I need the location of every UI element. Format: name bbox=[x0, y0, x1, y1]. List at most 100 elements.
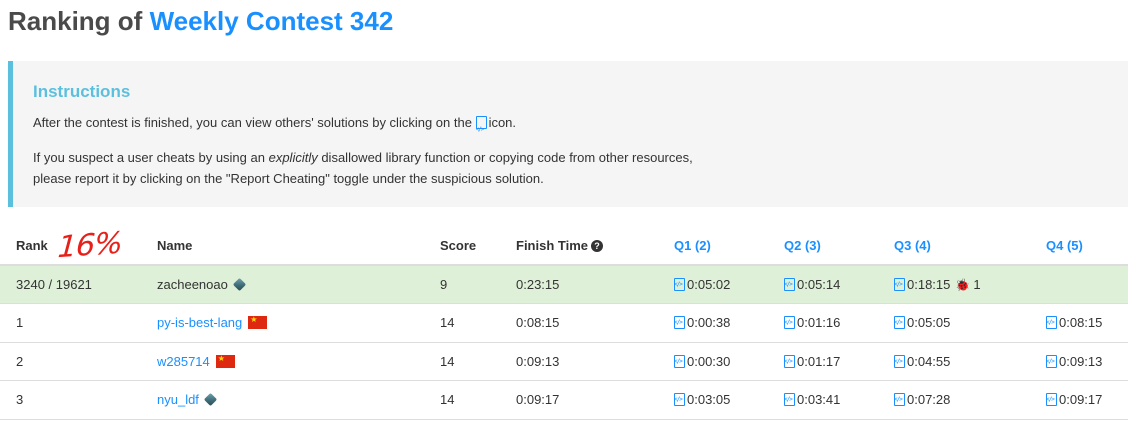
code-icon[interactable] bbox=[674, 393, 685, 407]
q3-time: 0:05:05 bbox=[907, 315, 951, 331]
rank-cell: 3240 / 19621 bbox=[0, 265, 141, 304]
instructions-heading: Instructions bbox=[33, 82, 131, 101]
instructions-line1-end: icon. bbox=[488, 115, 517, 130]
cube-icon bbox=[203, 393, 218, 407]
cube-icon bbox=[232, 277, 246, 292]
q1-cell[interactable]: 0:03:05 bbox=[658, 380, 768, 420]
q1-time: 0:00:38 bbox=[687, 315, 731, 331]
q1-time: 0:05:02 bbox=[687, 277, 731, 292]
code-icon[interactable] bbox=[784, 278, 795, 291]
username-link[interactable]: nyu_ldf bbox=[157, 392, 199, 407]
score-header: Score bbox=[424, 226, 500, 266]
q2-time: 0:01:16 bbox=[797, 315, 841, 331]
handwritten-annotation: 16% bbox=[56, 225, 124, 266]
table-row: 1 py-is-best-lang 14 0:08:15 0:00:38 0:0… bbox=[0, 303, 1128, 343]
q2-time: 0:05:14 bbox=[797, 277, 841, 292]
instructions-paragraph-1: After the contest is finished, you can v… bbox=[33, 112, 517, 140]
finish-time-cell: 0:09:13 bbox=[500, 342, 658, 381]
code-icon[interactable] bbox=[674, 278, 685, 291]
q2-cell[interactable]: 0:05:14 bbox=[768, 265, 878, 304]
china-flag-icon bbox=[248, 315, 268, 330]
q4-cell[interactable]: 0:09:17 bbox=[1030, 380, 1128, 420]
name-cell: py-is-best-lang bbox=[141, 303, 424, 343]
code-icon[interactable] bbox=[784, 393, 795, 407]
q1-cell[interactable]: 0:00:30 bbox=[658, 342, 768, 381]
q3-time: 0:04:55 bbox=[907, 353, 951, 369]
q4-time: 0:08:15 bbox=[1059, 315, 1103, 331]
score-cell: 9 bbox=[424, 265, 500, 304]
name-cell: w285714 bbox=[141, 342, 424, 381]
q1-time: 0:00:30 bbox=[687, 353, 731, 369]
instructions-line2-end: disallowed library function or copying c… bbox=[317, 150, 693, 165]
code-icon bbox=[475, 116, 487, 140]
code-icon[interactable] bbox=[894, 316, 905, 330]
code-icon[interactable] bbox=[674, 354, 685, 368]
code-icon[interactable] bbox=[674, 316, 685, 330]
q1-cell[interactable]: 0:05:02 bbox=[658, 265, 768, 304]
q1-header[interactable]: Q1 (2) bbox=[658, 226, 768, 266]
instructions-panel: Instructions After the contest is finish… bbox=[8, 61, 1128, 207]
finish-time-label: Finish Time bbox=[516, 237, 588, 253]
table-row-current-user: 3240 / 19621 zacheenoao 9 0:23:15 0:05:0… bbox=[0, 265, 1128, 304]
username: zacheenoao bbox=[157, 277, 228, 292]
q1-cell[interactable]: 0:00:38 bbox=[658, 303, 768, 343]
table-row: 2 w285714 14 0:09:13 0:00:30 0:01:17 0:0… bbox=[0, 342, 1128, 381]
q3-time: 0:18:15 bbox=[907, 277, 951, 292]
contest-link[interactable]: Weekly Contest 342 bbox=[150, 6, 394, 36]
q4-cell[interactable]: 0:08:15 bbox=[1030, 303, 1128, 343]
q2-header[interactable]: Q2 (3) bbox=[768, 226, 878, 266]
code-icon[interactable] bbox=[784, 354, 795, 368]
username-link[interactable]: w285714 bbox=[157, 354, 210, 369]
q3-header[interactable]: Q3 (4) bbox=[878, 226, 1030, 266]
page-title: Ranking of Weekly Contest 342 bbox=[8, 6, 393, 37]
score-cell: 14 bbox=[424, 342, 500, 381]
name-cell: zacheenoao bbox=[141, 265, 424, 304]
code-icon[interactable] bbox=[1046, 354, 1057, 368]
q3-cell[interactable]: 0:05:05 bbox=[878, 303, 1030, 343]
q3-cell[interactable]: 0:18:15 🐞1 bbox=[878, 265, 1030, 304]
bug-icon: 🐞 bbox=[955, 278, 971, 292]
finish-time-header: Finish Time? bbox=[500, 226, 658, 266]
finish-time-cell: 0:23:15 bbox=[500, 265, 658, 304]
q3-cell[interactable]: 0:07:28 bbox=[878, 380, 1030, 420]
instructions-line2-text: If you suspect a user cheats by using an bbox=[33, 150, 269, 165]
finish-time-cell: 0:09:17 bbox=[500, 380, 658, 420]
rank-cell: 3 bbox=[0, 380, 141, 420]
q2-cell[interactable]: 0:03:41 bbox=[768, 380, 878, 420]
q2-time: 0:01:17 bbox=[797, 353, 841, 369]
code-icon[interactable] bbox=[894, 354, 905, 368]
code-icon[interactable] bbox=[894, 393, 905, 407]
name-header: Name bbox=[141, 226, 424, 266]
ranking-page: Ranking of Weekly Contest 342 Instructio… bbox=[0, 0, 1128, 422]
q2-cell[interactable]: 0:01:16 bbox=[768, 303, 878, 343]
rank-cell: 2 bbox=[0, 342, 141, 381]
question-circle-icon[interactable]: ? bbox=[591, 239, 603, 252]
q1-time: 0:03:05 bbox=[687, 392, 731, 408]
instructions-line1-text: After the contest is finished, you can v… bbox=[33, 115, 472, 130]
code-icon[interactable] bbox=[894, 278, 905, 291]
score-cell: 14 bbox=[424, 380, 500, 420]
q3-bug-count: 1 bbox=[973, 277, 981, 292]
page-title-prefix: Ranking of bbox=[8, 6, 150, 36]
q3-time: 0:07:28 bbox=[907, 392, 951, 408]
instructions-paragraph-2: If you suspect a user cheats by using an… bbox=[33, 147, 793, 189]
username-link[interactable]: py-is-best-lang bbox=[157, 315, 242, 330]
q3-cell[interactable]: 0:04:55 bbox=[878, 342, 1030, 381]
code-icon[interactable] bbox=[1046, 393, 1057, 407]
instructions-emphasis: explicitly bbox=[268, 150, 318, 165]
china-flag-icon bbox=[215, 354, 235, 368]
code-icon[interactable] bbox=[1046, 316, 1057, 330]
q4-time: 0:09:13 bbox=[1059, 353, 1103, 369]
q4-header[interactable]: Q4 (5) bbox=[1030, 226, 1128, 266]
finish-time-cell: 0:08:15 bbox=[500, 303, 658, 343]
instructions-line3-text: please report it by clicking on the "Rep… bbox=[33, 171, 544, 186]
q4-cell bbox=[1030, 265, 1128, 304]
q2-cell[interactable]: 0:01:17 bbox=[768, 342, 878, 381]
code-icon[interactable] bbox=[784, 316, 795, 330]
q4-time: 0:09:17 bbox=[1059, 392, 1103, 408]
q4-cell[interactable]: 0:09:13 bbox=[1030, 342, 1128, 381]
score-cell: 14 bbox=[424, 303, 500, 343]
table-header-row: Rank Name Score Finish Time? Q1 (2) Q2 (… bbox=[0, 226, 1128, 266]
ranking-table: Rank Name Score Finish Time? Q1 (2) Q2 (… bbox=[0, 226, 1128, 420]
q2-time: 0:03:41 bbox=[797, 392, 841, 408]
